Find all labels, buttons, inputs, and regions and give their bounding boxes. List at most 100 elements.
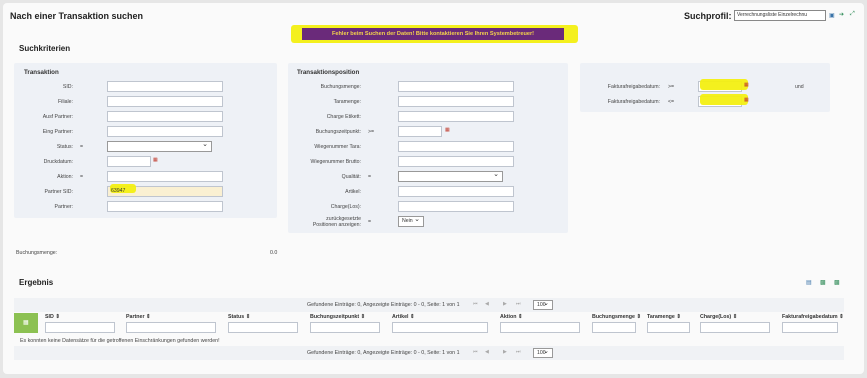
prev-page-icon[interactable]: ◀ <box>485 349 489 355</box>
druckdatum-input[interactable] <box>107 156 151 167</box>
aktion-label: Aktion: <box>57 174 73 180</box>
artikel-input[interactable] <box>398 186 514 197</box>
faktura-from-highlight <box>700 79 748 90</box>
buchungszeitpunkt-label: Buchungszeitpunkt: <box>315 129 361 135</box>
first-page-icon[interactable]: ⏮ <box>473 301 478 307</box>
col-filter-sid[interactable] <box>45 322 115 333</box>
col-header-partner[interactable]: Partner ⇕ <box>126 314 150 320</box>
col-filter-artikel[interactable] <box>392 322 488 333</box>
col-filter-buchungsmenge[interactable] <box>592 322 636 333</box>
charge-etikett-input[interactable] <box>398 111 514 122</box>
error-banner: Fehler beim Suchen der Daten! Bitte kont… <box>302 28 564 40</box>
expand-icon[interactable]: ⤢ <box>850 11 855 18</box>
results-heading: Ergebnis <box>19 278 54 287</box>
qualitaet-operator: = <box>368 174 372 180</box>
wiegenummer-tara-input[interactable] <box>398 141 514 152</box>
col-header-charge-los[interactable]: Charge(Los) ⇕ <box>700 314 737 320</box>
und-label: und <box>795 84 804 90</box>
col-filter-charge-los[interactable] <box>700 322 770 333</box>
zurueck-label-2: Positionen anzeigen: <box>312 222 361 228</box>
wiegenummer-brutto-input[interactable] <box>398 156 514 167</box>
col-header-sid[interactable]: SID ⇕ <box>45 314 60 320</box>
buchungsmenge-input[interactable] <box>398 81 514 92</box>
col-header-aktion[interactable]: Aktion ⇕ <box>500 314 522 320</box>
profile-label: Suchprofil: <box>684 11 732 21</box>
empty-message: Es konnten keine Datensätze für die getr… <box>20 338 220 344</box>
col-filter-buchungszeitpunkt[interactable] <box>310 322 380 333</box>
ausf-partner-label: Ausf Partner: <box>42 114 73 120</box>
col-header-buchungsmenge[interactable]: Buchungsmenge ⇕ <box>592 314 641 320</box>
filiale-label: Filiale: <box>58 99 73 105</box>
partner-input[interactable] <box>107 201 223 212</box>
last-page-icon[interactable]: ⏭ <box>516 349 521 355</box>
excel-icon[interactable]: ▩ <box>820 279 826 286</box>
faktura-operator-to: <= <box>668 99 675 105</box>
col-header-status[interactable]: Status ⇕ <box>228 314 250 320</box>
sid-label: SID: <box>62 84 73 90</box>
calendar-icon[interactable]: ▦ <box>744 97 749 103</box>
col-filter-aktion[interactable] <box>500 322 580 333</box>
buchungszeitpunkt-operator: >= <box>368 129 375 135</box>
col-header-artikel[interactable]: Artikel ⇕ <box>392 314 414 320</box>
page-size-select[interactable]: 100 <box>533 299 553 310</box>
next-page-icon[interactable]: ▶ <box>503 349 507 355</box>
calendar-icon[interactable]: ▦ <box>445 127 450 133</box>
position-heading: Transaktionsposition <box>297 69 360 76</box>
sum-buchungsmenge-value: 0.0 <box>270 250 278 256</box>
artikel-label: Artikel: <box>345 189 361 195</box>
faktura-label-to: Fakturafreigabedatum: <box>607 99 660 105</box>
aktion-operator: = <box>80 174 84 180</box>
partner-sid-label: Partner SID: <box>44 189 73 195</box>
wiegenummer-tara-label: Wiegenummer Tara: <box>314 144 361 150</box>
aktion-input[interactable] <box>107 171 223 182</box>
ausf-partner-input[interactable] <box>107 111 223 122</box>
save-icon[interactable]: ▣ <box>829 12 835 19</box>
col-header-buchungszeitpunkt[interactable]: Buchungszeitpunkt ⇕ <box>310 314 365 320</box>
partner-label: Partner: <box>54 204 73 210</box>
status-select[interactable] <box>107 140 212 152</box>
status-operator: = <box>80 144 84 150</box>
faktura-label-from: Fakturafreigabedatum: <box>607 84 660 90</box>
calendar-icon[interactable]: ▦ <box>153 157 158 163</box>
faktura-to-highlight <box>700 94 748 105</box>
col-filter-partner[interactable] <box>126 322 216 333</box>
prev-page-icon[interactable]: ◀ <box>485 301 489 307</box>
col-header-taramenge[interactable]: Taramenge ⇕ <box>647 314 681 320</box>
qualitaet-select[interactable] <box>398 170 503 182</box>
next-page-icon[interactable]: ▶ <box>503 301 507 307</box>
calendar-icon[interactable]: ▦ <box>744 82 749 88</box>
taramenge-label: Taramenge: <box>333 99 361 105</box>
arrow-right-icon[interactable]: ➔ <box>839 11 844 18</box>
buchungszeitpunkt-input[interactable] <box>398 126 442 137</box>
wiegenummer-brutto-label: Wiegenummer Brutto: <box>310 159 361 165</box>
charge-etikett-label: Charge Etikett: <box>326 114 361 120</box>
sid-input[interactable] <box>107 81 223 92</box>
filiale-input[interactable] <box>107 96 223 107</box>
file-icon[interactable]: ▤ <box>806 279 812 286</box>
charge-los-input[interactable] <box>398 201 514 212</box>
zurueck-select[interactable]: Nein <box>398 215 424 227</box>
grid-icon: ▦ <box>23 320 29 326</box>
buchungsmenge-label: Buchungsmenge: <box>320 84 361 90</box>
eing-partner-input[interactable] <box>107 126 223 137</box>
faktura-operator-from: >= <box>668 84 675 90</box>
export-icon[interactable]: ▩ <box>834 279 840 286</box>
pager-text-bottom: Gefundene Einträge: 0, Angezeigte Einträ… <box>307 350 460 356</box>
col-header-fakturafreigabedatum[interactable]: Fakturafreigabedatum ⇕ <box>782 314 844 320</box>
page-title: Nach einer Transaktion suchen <box>10 11 144 21</box>
druckdatum-label: Druckdatum: <box>43 159 73 165</box>
sum-buchungsmenge-label: Buchungsmenge: <box>16 250 58 256</box>
col-filter-fakturafreigabedatum[interactable] <box>782 322 838 333</box>
eing-partner-label: Eing Partner: <box>42 129 73 135</box>
first-page-icon[interactable]: ⏮ <box>473 349 478 355</box>
taramenge-input[interactable] <box>398 96 514 107</box>
col-filter-status[interactable] <box>228 322 298 333</box>
charge-los-label: Charge(Los): <box>330 204 361 210</box>
qualitaet-label: Qualität: <box>341 174 361 180</box>
col-filter-taramenge[interactable] <box>647 322 690 333</box>
pager-text-top: Gefundene Einträge: 0, Angezeigte Einträ… <box>307 302 460 308</box>
last-page-icon[interactable]: ⏭ <box>516 301 521 307</box>
transaktion-heading: Transaktion <box>24 69 59 76</box>
page-size-select-bottom[interactable]: 100 <box>533 347 553 358</box>
profile-select[interactable]: Verrechnungsliste Einzelrechnu <box>734 10 826 21</box>
